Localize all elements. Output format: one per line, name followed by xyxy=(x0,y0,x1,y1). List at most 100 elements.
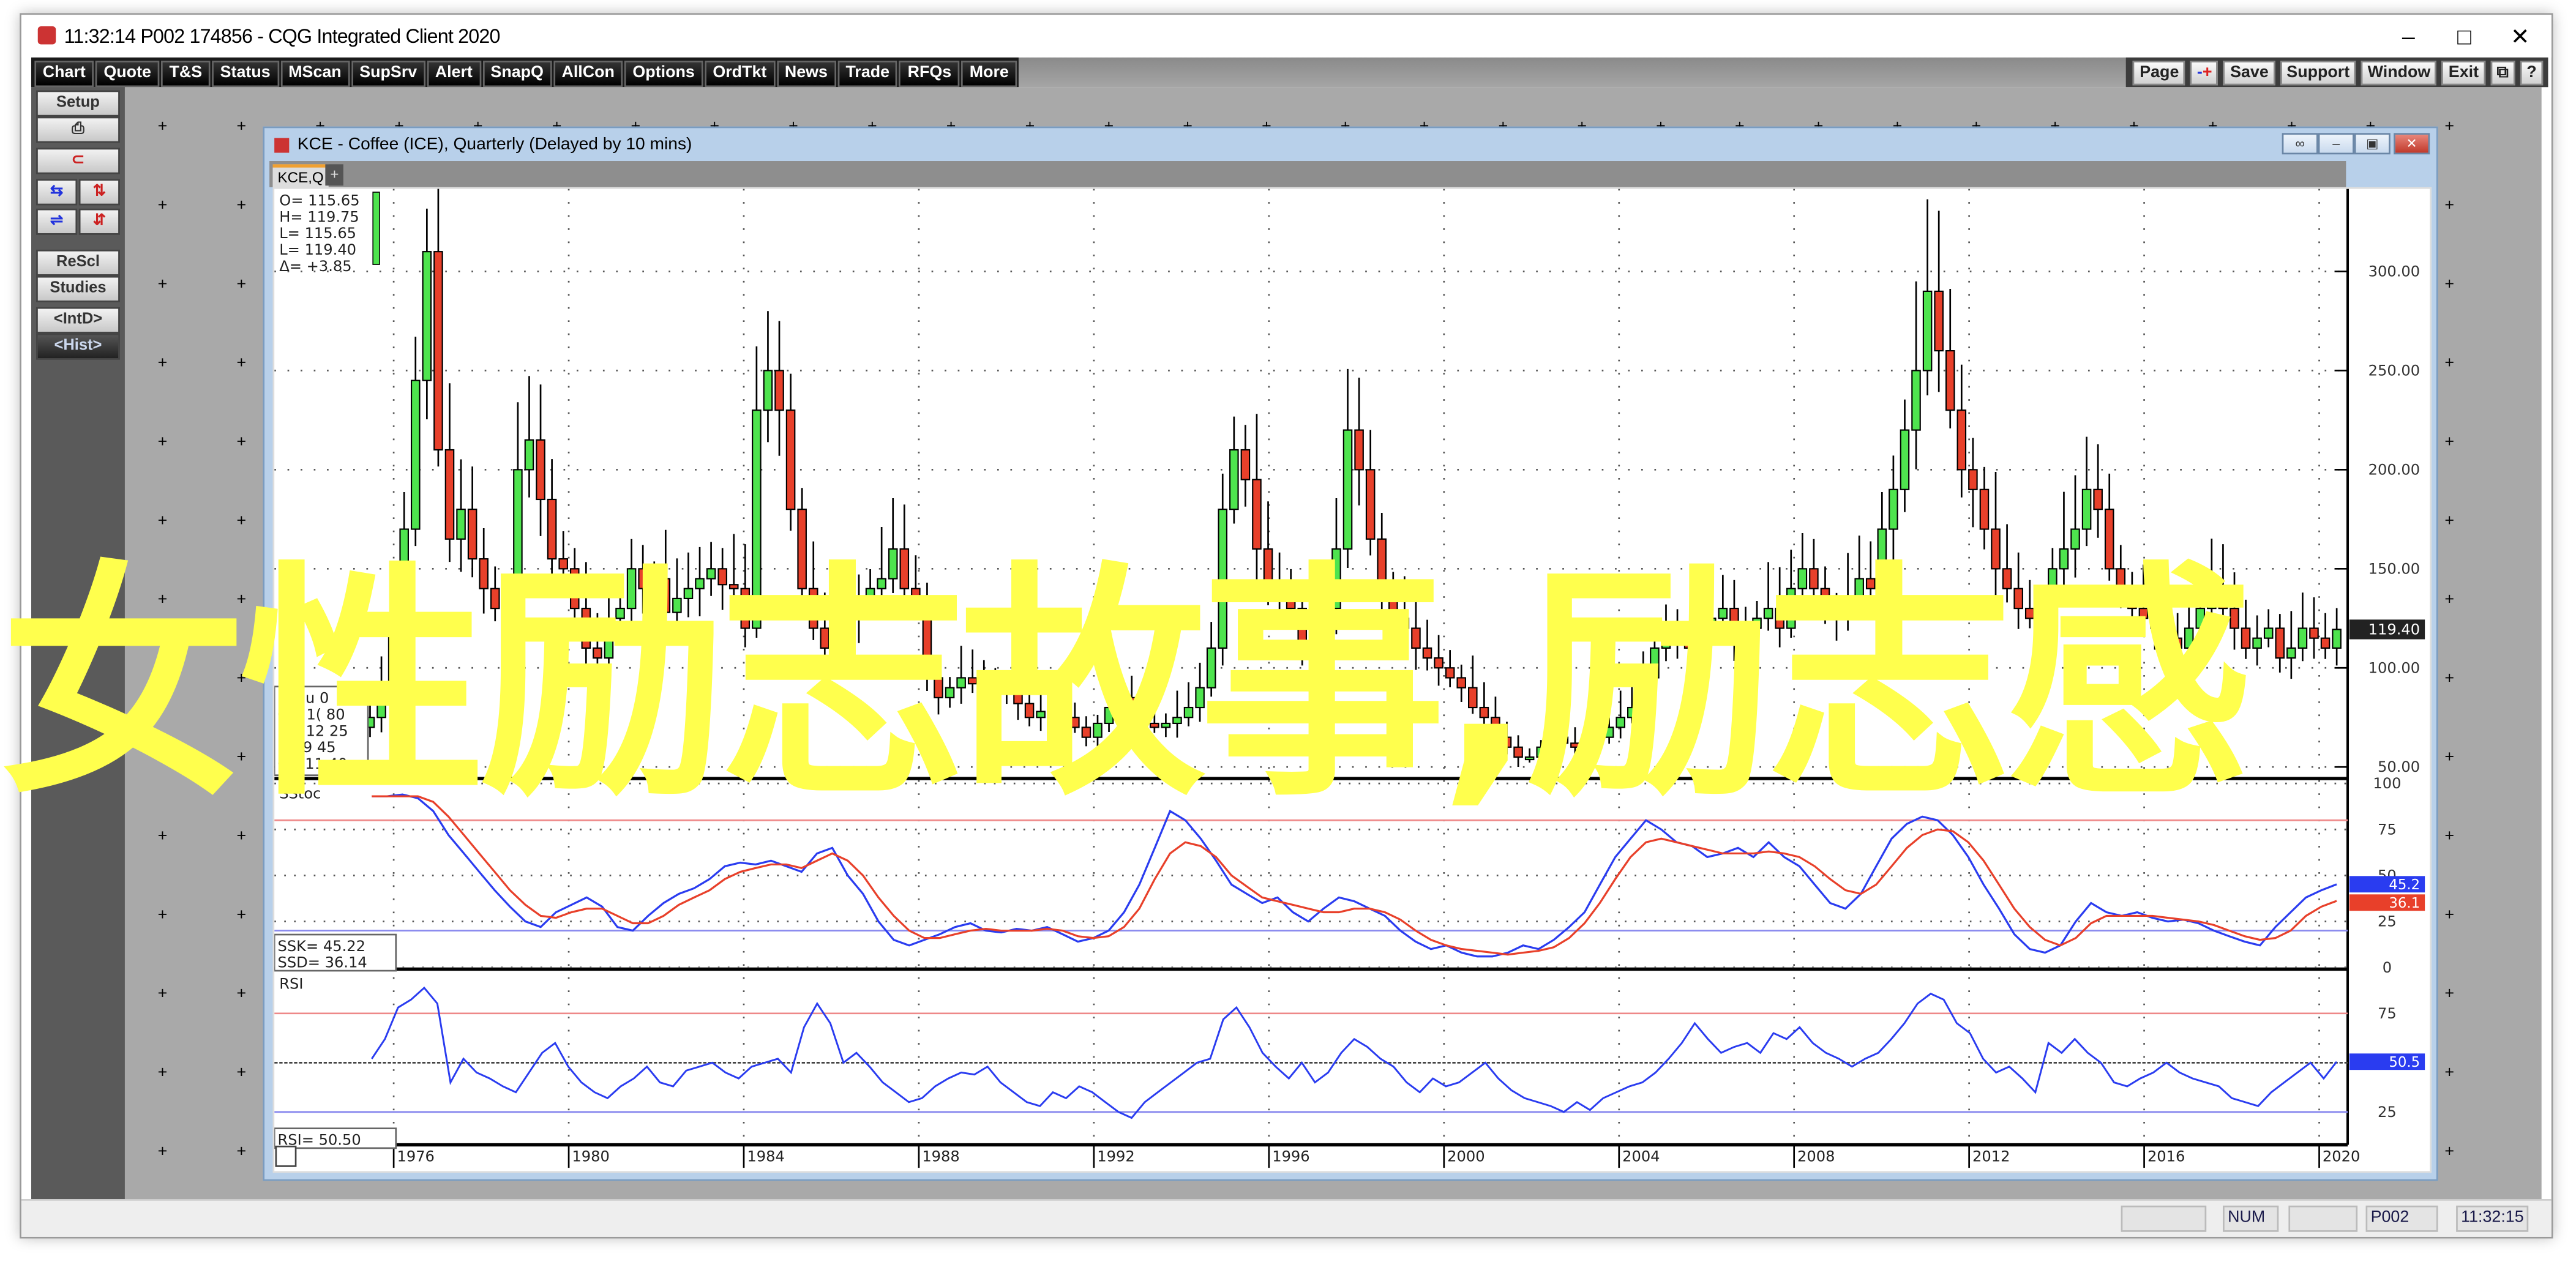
candle-up[interactable] xyxy=(831,637,841,649)
candle-down[interactable] xyxy=(922,608,932,679)
candle-up[interactable] xyxy=(2048,568,2057,610)
candle-down[interactable] xyxy=(1081,726,1091,738)
candle-down[interactable] xyxy=(1468,687,1478,709)
candle-up[interactable] xyxy=(672,597,682,613)
candle-down[interactable] xyxy=(433,251,443,451)
candle-up[interactable] xyxy=(1661,627,1671,649)
candle-up[interactable] xyxy=(1718,608,1728,619)
candle-down[interactable] xyxy=(2309,627,2319,639)
candle-up[interactable] xyxy=(763,370,773,411)
candle-up[interactable] xyxy=(1331,548,1341,610)
candle-down[interactable] xyxy=(2093,488,2103,510)
candle-up[interactable] xyxy=(842,618,853,639)
candle-up[interactable] xyxy=(1536,746,1546,758)
toolbar-supsrv-button[interactable]: SupSrv xyxy=(351,61,425,88)
candle-up[interactable] xyxy=(1195,687,1205,709)
expand-horizontal-button[interactable]: ⇆ xyxy=(36,179,78,206)
candle-down[interactable] xyxy=(2150,618,2160,629)
link-button[interactable]: ∞ xyxy=(2282,133,2318,155)
candle-down[interactable] xyxy=(820,627,830,649)
candle-up[interactable] xyxy=(2297,627,2308,649)
toolbar-support-button[interactable]: Support xyxy=(2280,61,2356,86)
magnet-button[interactable]: ⊂ xyxy=(36,147,120,174)
candle-up[interactable] xyxy=(626,568,637,610)
candle-down[interactable] xyxy=(934,677,943,698)
candle-down[interactable] xyxy=(2173,637,2182,649)
toolbar-mscan-button[interactable]: MScan xyxy=(280,61,350,88)
candle-down[interactable] xyxy=(717,568,727,586)
candle-down[interactable] xyxy=(1070,717,1080,728)
candle-down[interactable] xyxy=(467,509,477,560)
toolbar-ordtkt-button[interactable]: OrdTkt xyxy=(704,61,775,88)
candle-up[interactable] xyxy=(456,509,466,540)
toolbar-news-button[interactable]: News xyxy=(776,61,836,88)
candle-up[interactable] xyxy=(2081,488,2092,530)
candle-down[interactable] xyxy=(2116,568,2126,589)
candle-up[interactable] xyxy=(1889,488,1898,530)
candle-down[interactable] xyxy=(1729,608,1739,639)
toolbar-save-button[interactable]: Save xyxy=(2223,61,2275,86)
candle-up[interactable] xyxy=(1638,677,1649,709)
candle-down[interactable] xyxy=(479,558,489,589)
candle-down[interactable] xyxy=(490,588,500,610)
candle-up[interactable] xyxy=(1763,608,1773,619)
candle-up[interactable] xyxy=(1900,429,1910,490)
candle-down[interactable] xyxy=(1865,578,1876,589)
candle-up[interactable] xyxy=(2207,588,2217,610)
candle-down[interactable] xyxy=(2218,588,2228,610)
studies-button[interactable]: Studies xyxy=(36,275,120,302)
close-button[interactable]: ✕ xyxy=(2492,18,2548,54)
candle-up[interactable] xyxy=(945,687,955,698)
candle-up[interactable] xyxy=(1593,736,1603,744)
chart-minimize-button[interactable]: – xyxy=(2318,133,2354,155)
candle-up[interactable] xyxy=(683,588,694,599)
candle-up[interactable] xyxy=(854,597,864,619)
scroll-box-handle[interactable] xyxy=(275,1145,297,1167)
candle-down[interactable] xyxy=(2320,637,2331,649)
candle-up[interactable] xyxy=(1797,568,1808,589)
candle-up[interactable] xyxy=(1047,706,1057,712)
candle-up[interactable] xyxy=(1309,627,1319,649)
candle-down[interactable] xyxy=(1991,528,2001,570)
candle-down[interactable] xyxy=(2138,608,2149,619)
candle-down[interactable] xyxy=(1683,637,1694,649)
setup-button[interactable]: Setup xyxy=(36,90,120,117)
candle-down[interactable] xyxy=(1297,608,1308,649)
maximize-button[interactable]: □ xyxy=(2436,18,2492,54)
candle-down[interactable] xyxy=(501,608,512,629)
candle-up[interactable] xyxy=(1706,618,1717,629)
candle-down[interactable] xyxy=(1672,627,1682,639)
candle-up[interactable] xyxy=(422,251,432,381)
candle-up[interactable] xyxy=(1548,736,1557,748)
candle-down[interactable] xyxy=(1945,350,1955,411)
compress-horizontal-button[interactable]: ⇌ xyxy=(36,208,78,235)
candle-up[interactable] xyxy=(1161,722,1171,728)
toolbar-exit-button[interactable]: Exit xyxy=(2442,61,2485,86)
candle-down[interactable] xyxy=(967,677,978,685)
candle-up[interactable] xyxy=(752,409,762,629)
candle-down[interactable] xyxy=(2024,608,2035,619)
candle-up[interactable] xyxy=(1877,528,1887,589)
candle-down[interactable] xyxy=(1286,597,1296,610)
candle-up[interactable] xyxy=(1854,578,1864,599)
candle-down[interactable] xyxy=(1956,409,1967,471)
candle-up[interactable] xyxy=(649,578,659,589)
candle-down[interactable] xyxy=(1934,290,1944,352)
candle-down[interactable] xyxy=(808,588,818,629)
candle-up[interactable] xyxy=(376,683,386,719)
candle-up[interactable] xyxy=(1911,370,1921,431)
toolbar-options-button[interactable]: Options xyxy=(624,61,703,88)
candle-up[interactable] xyxy=(1740,627,1751,639)
candle-up[interactable] xyxy=(410,379,421,530)
candle-down[interactable] xyxy=(1434,657,1443,669)
chart-plot-area[interactable]: 1976 1980 1984 1988 1992 1996 2000 2004 2008 2012… xyxy=(272,141,2432,1173)
candle-down[interactable] xyxy=(1979,488,1990,530)
candle-down[interactable] xyxy=(1422,647,1432,659)
candle-up[interactable] xyxy=(2286,647,2296,659)
candle-up[interactable] xyxy=(1172,717,1182,725)
candle-down[interactable] xyxy=(1150,722,1159,728)
candle-down[interactable] xyxy=(2002,568,2012,589)
candle-down[interactable] xyxy=(1502,736,1512,748)
candle-down[interactable] xyxy=(2127,588,2137,610)
candle-down[interactable] xyxy=(1138,706,1148,725)
